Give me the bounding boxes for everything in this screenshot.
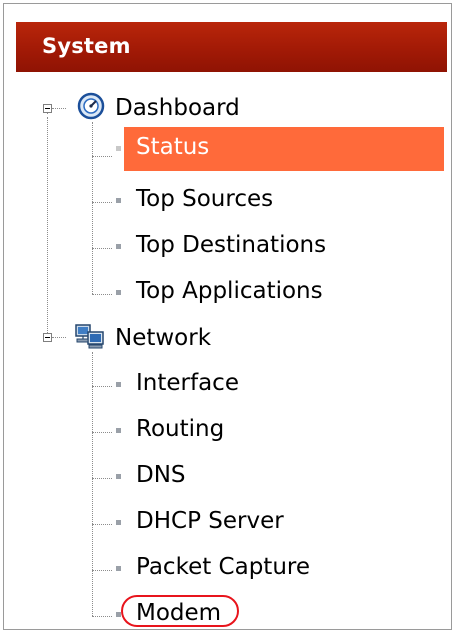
menu-item-dns[interactable]: DNS: [116, 455, 444, 499]
bullet-icon: [116, 244, 121, 249]
menu-item-label: Routing: [136, 416, 225, 442]
tree-line: [92, 294, 112, 295]
menu-item-top-applications[interactable]: Top Applications: [116, 271, 444, 315]
tree-line: [92, 478, 112, 479]
tree-line: [92, 122, 93, 294]
collapse-toggle-network[interactable]: [43, 333, 52, 342]
bullet-icon: [116, 146, 121, 151]
tree-line: [92, 202, 112, 203]
tree-line: [92, 570, 112, 571]
bullet-icon: [116, 520, 121, 525]
tree-line: [92, 616, 112, 617]
tree-line: [52, 337, 66, 338]
bullet-icon: [116, 566, 121, 571]
highlight-circle: [121, 595, 239, 627]
bullet-icon: [116, 198, 121, 203]
tree-line: [92, 352, 93, 616]
menu-item-packet-capture[interactable]: Packet Capture: [116, 547, 444, 591]
tree-line: [92, 432, 112, 433]
menu-item-label: Top Applications: [136, 278, 323, 304]
bullet-icon: [116, 428, 121, 433]
collapse-toggle-dashboard[interactable]: [43, 104, 52, 113]
menu-item-label: Packet Capture: [136, 554, 311, 580]
tree-line: [52, 108, 66, 109]
tree-group-dashboard[interactable]: Dashboard: [115, 95, 240, 121]
menu-header: System: [16, 22, 447, 72]
menu-item-dhcp-server[interactable]: DHCP Server: [116, 501, 444, 545]
bullet-icon: [116, 290, 121, 295]
tree-line: [92, 524, 112, 525]
menu-item-modem[interactable]: Modem: [116, 593, 444, 629]
network-computers-icon: [74, 322, 106, 354]
menu-item-interface[interactable]: Interface: [116, 363, 444, 407]
tree-group-network[interactable]: Network: [115, 325, 211, 351]
menu-item-label: Interface: [136, 370, 239, 396]
tree-line: [92, 248, 112, 249]
bullet-icon: [116, 474, 121, 479]
menu-item-label: DNS: [136, 462, 186, 488]
menu-item-label: Top Destinations: [136, 232, 327, 258]
header-title: System: [42, 34, 131, 58]
menu-item-label: Status: [136, 134, 210, 160]
menu-item-label: Top Sources: [136, 186, 274, 212]
tree-line: [92, 386, 112, 387]
menu-item-top-sources[interactable]: Top Sources: [116, 179, 444, 223]
menu-item-top-destinations[interactable]: Top Destinations: [116, 225, 444, 269]
menu-item-routing[interactable]: Routing: [116, 409, 444, 453]
tree-line: [47, 117, 48, 337]
menu-item-status[interactable]: Status: [116, 127, 444, 171]
dashboard-gauge-icon: [77, 92, 105, 124]
tree-line: [92, 156, 112, 157]
bullet-icon: [116, 382, 121, 387]
menu-item-label: DHCP Server: [136, 508, 284, 534]
system-menu-panel: System Dashboard Status Top Sources Top …: [3, 3, 452, 630]
